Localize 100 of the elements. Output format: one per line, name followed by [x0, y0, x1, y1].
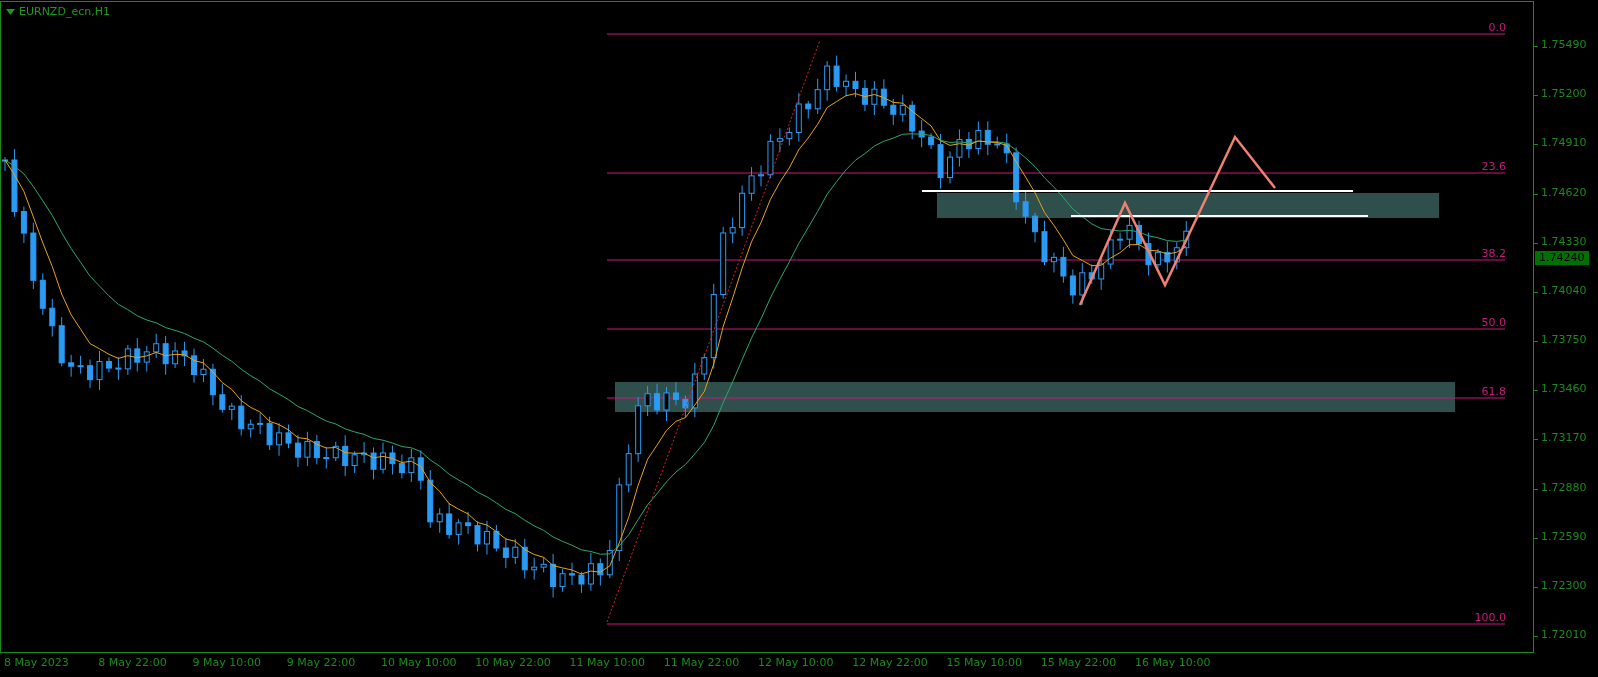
candlestick — [143, 345, 150, 372]
price-axis-label: 1.73170 — [1541, 431, 1587, 445]
candlestick — [351, 450, 358, 474]
candlestick — [342, 434, 349, 477]
candlestick — [115, 356, 122, 381]
candlestick — [124, 344, 131, 376]
candlestick — [918, 119, 925, 148]
candlestick — [540, 557, 547, 573]
candlestick — [937, 133, 944, 189]
candlestick — [257, 412, 264, 435]
candlestick — [1117, 232, 1124, 251]
candlestick — [928, 132, 935, 150]
time-axis-label: 9 May 10:00 — [192, 656, 261, 669]
candlestick — [77, 355, 84, 375]
candlestick — [824, 60, 831, 102]
candlestick — [1079, 262, 1086, 306]
candlestick — [739, 184, 746, 237]
price-axis-label: 1.74620 — [1541, 185, 1587, 199]
candlestick — [304, 431, 311, 467]
candlestick — [191, 348, 197, 384]
candlestick — [1136, 220, 1142, 251]
candlestick — [880, 78, 887, 110]
candlestick — [502, 537, 509, 569]
candlestick — [87, 359, 94, 389]
candlestick — [389, 445, 396, 476]
candlestick — [209, 363, 216, 406]
candlestick — [446, 502, 453, 540]
fibonacci-level-label: 38.2 — [1481, 247, 1506, 260]
candlestick — [1022, 190, 1029, 225]
candlestick — [909, 100, 916, 140]
candlestick — [805, 100, 812, 120]
candlestick — [96, 350, 103, 391]
time-axis-label: 12 May 10:00 — [758, 656, 834, 669]
candlestick — [606, 539, 613, 579]
time-axis-label: 8 May 22:00 — [98, 656, 167, 669]
price-axis-label: 1.72590 — [1541, 529, 1587, 543]
candlestick — [767, 133, 774, 179]
candlestick — [786, 126, 793, 146]
fibonacci-level-label: 100.0 — [1474, 611, 1506, 624]
candlestick — [398, 454, 405, 480]
price-axis-label: 1.73460 — [1541, 382, 1587, 396]
candlestick — [20, 206, 27, 244]
candlestick — [483, 520, 490, 556]
candlestick — [1183, 220, 1190, 257]
candlestick — [729, 217, 736, 244]
candlestick — [58, 316, 65, 367]
price-axis-label: 1.72300 — [1541, 578, 1587, 592]
candlestick — [294, 434, 301, 468]
candlestick — [1069, 268, 1076, 305]
candlestick — [691, 362, 698, 418]
candlestick — [1088, 264, 1095, 285]
current-price-label: 1.74240 — [1535, 251, 1589, 265]
candlestick — [465, 511, 472, 535]
candlestick — [1164, 240, 1171, 273]
time-axis-label: 15 May 10:00 — [946, 656, 1022, 669]
candlestick — [200, 358, 207, 383]
candlestick — [361, 441, 368, 464]
candlestick — [748, 166, 755, 202]
price-axis-label: 1.75490 — [1541, 38, 1587, 51]
candlestick — [436, 507, 443, 534]
candlestick — [890, 98, 897, 126]
candlestick — [965, 131, 972, 159]
candlestick — [899, 94, 906, 123]
candlestick — [871, 80, 878, 116]
candlestick — [332, 441, 339, 462]
candlestick — [380, 442, 386, 474]
candlestick — [947, 150, 953, 184]
candlestick — [1003, 133, 1010, 164]
price-axis-label: 1.73750 — [1541, 333, 1587, 346]
candlestick — [11, 148, 18, 218]
candlestick — [1050, 252, 1057, 273]
candlestick — [635, 396, 642, 463]
candlestick — [105, 356, 112, 373]
candlestick — [30, 222, 37, 290]
candlestick — [370, 447, 377, 480]
candlestick — [654, 383, 661, 415]
candlestick — [1013, 146, 1020, 211]
candlestick — [833, 55, 840, 92]
candlestick — [843, 73, 850, 97]
price-axis-label: 1.75200 — [1541, 87, 1587, 101]
candlestick — [578, 571, 585, 594]
candlestick — [417, 449, 424, 491]
time-axis-label: 9 May 22:00 — [286, 656, 356, 669]
candlestick — [597, 557, 604, 587]
dropdown-triangle-icon[interactable] — [6, 8, 15, 15]
candlestick — [814, 78, 821, 115]
time-axis-label: 8 May 2023 — [4, 656, 69, 669]
candlestick — [569, 562, 575, 586]
candlestick — [975, 121, 982, 155]
candlestick — [228, 402, 235, 421]
candlestick — [49, 298, 56, 338]
time-axis-label: 10 May 10:00 — [381, 656, 457, 669]
fibonacci-level-label: 50.0 — [1481, 316, 1506, 329]
candlestick — [531, 557, 538, 581]
candlestick — [852, 71, 859, 98]
candlestick — [1173, 241, 1180, 270]
candlestick — [1032, 212, 1039, 243]
candlestick — [68, 354, 75, 378]
time-axis-label: 12 May 22:00 — [852, 656, 928, 669]
candlestick — [512, 538, 519, 565]
